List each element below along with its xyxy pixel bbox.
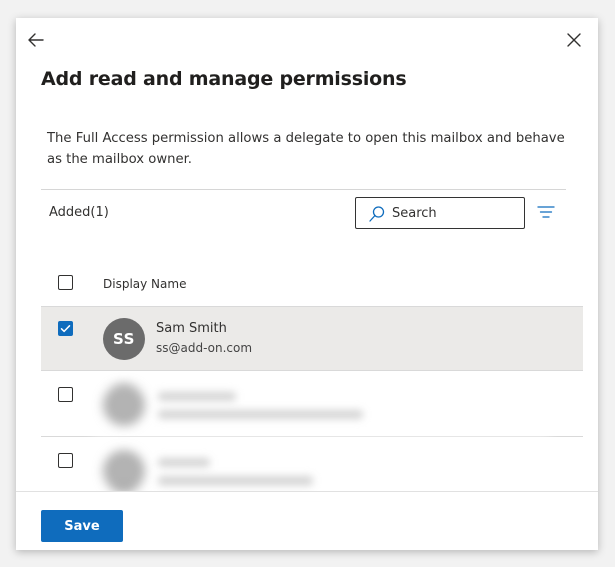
permissions-panel: Add read and manage permissions The Full…	[16, 18, 598, 550]
row-check-wrap	[58, 387, 73, 402]
close-icon	[567, 33, 581, 47]
table-row[interactable]: SS Sam Smith ss@add-on.com	[41, 306, 583, 371]
search-input[interactable]	[392, 202, 516, 224]
divider	[41, 189, 566, 190]
row-divider	[41, 370, 583, 371]
row-check-wrap	[58, 453, 73, 468]
user-name: Sam Smith	[156, 321, 227, 336]
search-icon	[369, 206, 385, 222]
filter-button[interactable]	[537, 204, 555, 218]
avatar: SS	[103, 318, 145, 360]
back-arrow-icon	[28, 33, 44, 47]
permission-description: The Full Access permission allows a dele…	[47, 131, 565, 167]
user-email: ss@add-on.com	[156, 341, 253, 355]
row-divider	[41, 306, 583, 307]
checkmark-icon	[60, 325, 71, 333]
added-count: Added(1)	[49, 205, 109, 220]
row-check-wrap	[58, 321, 73, 336]
search-box[interactable]	[355, 197, 525, 229]
panel-title: Add read and manage permissions	[41, 68, 407, 90]
row-checkbox[interactable]	[58, 321, 73, 336]
filter-icon	[537, 206, 555, 218]
select-all-checkbox-wrap	[58, 275, 73, 290]
save-button[interactable]: Save	[41, 510, 123, 542]
close-button[interactable]	[562, 28, 586, 52]
back-button[interactable]	[24, 28, 48, 52]
panel-footer: Save	[16, 491, 598, 550]
privacy-blur	[93, 381, 551, 491]
display-name-column-header: Display Name	[103, 277, 187, 291]
row-checkbox[interactable]	[58, 387, 73, 402]
select-all-checkbox[interactable]	[58, 275, 73, 290]
row-checkbox[interactable]	[58, 453, 73, 468]
